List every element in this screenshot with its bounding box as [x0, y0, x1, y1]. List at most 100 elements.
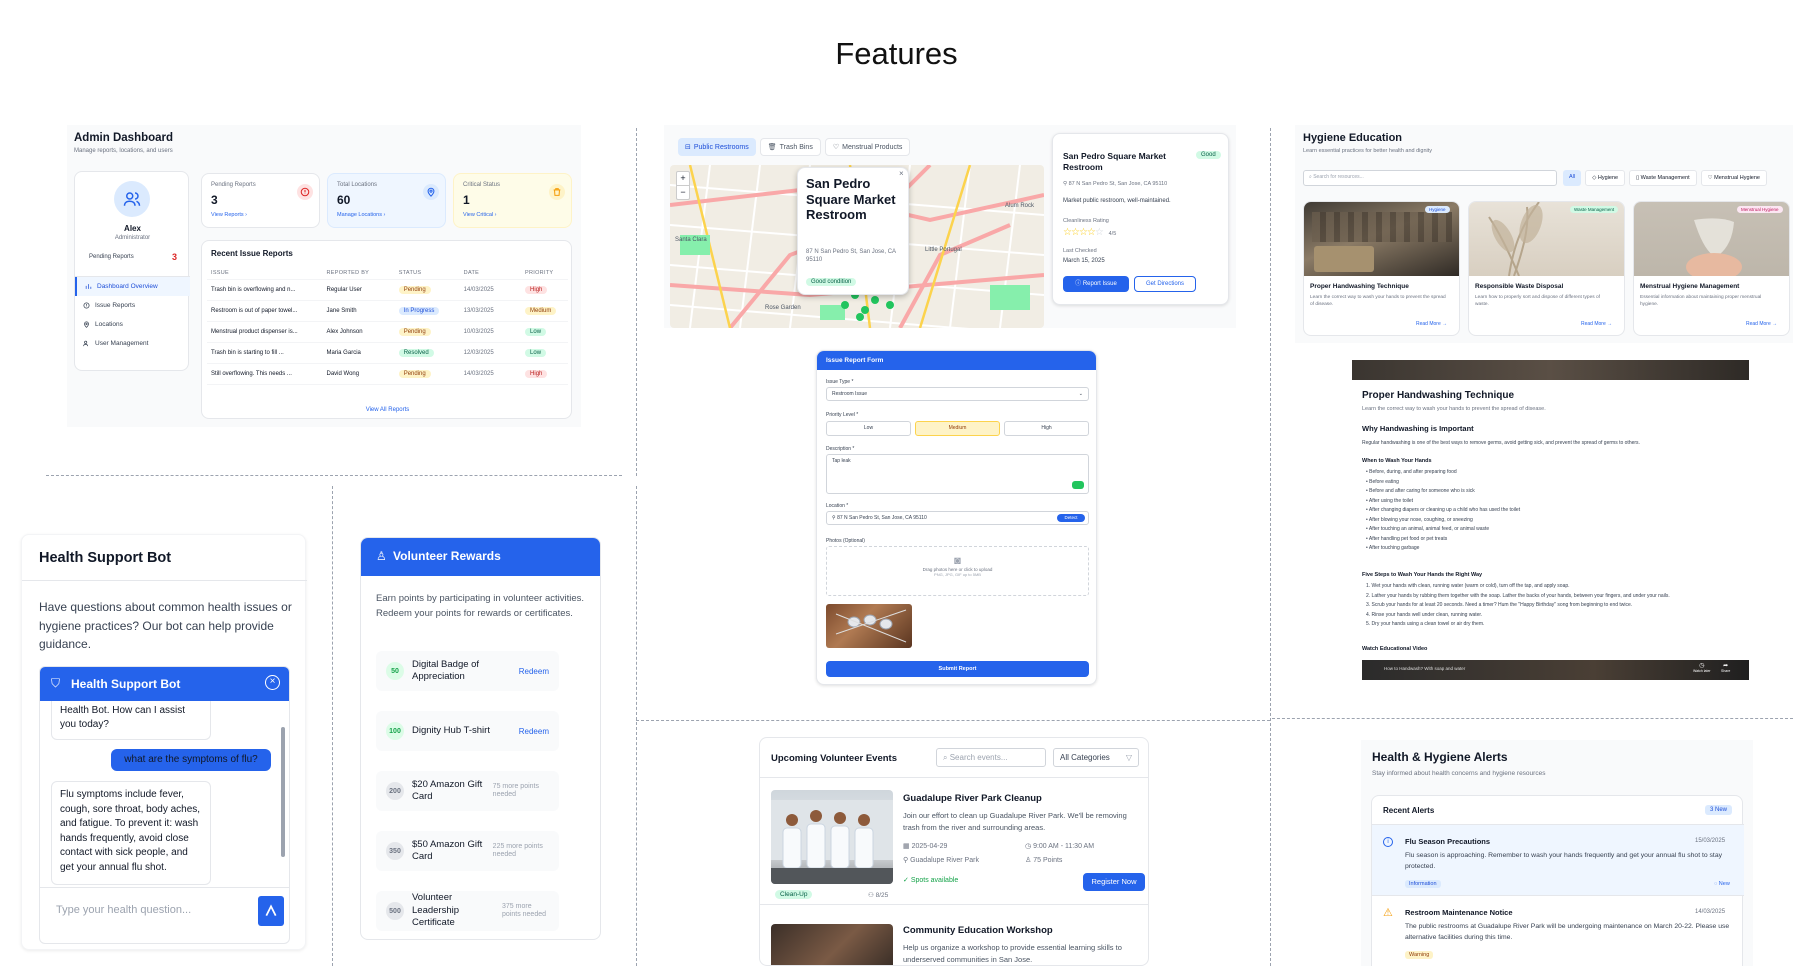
reward-item[interactable]: 200 $20 Amazon Gift Card 75 more points …	[376, 771, 559, 811]
spots-text: Spots available	[910, 877, 959, 884]
issue-report-form: Issue Report Form Issue Type * Restroom …	[816, 350, 1097, 685]
chat-input[interactable]: Type your health question...	[56, 904, 191, 916]
tab-label: Public Restrooms	[693, 143, 749, 151]
msg-user: what are the symptoms of flu?	[111, 749, 271, 771]
place-text: Guadalupe River Park	[910, 857, 979, 864]
grammar-icon	[1072, 481, 1084, 489]
stat-link[interactable]: View Critical ›	[463, 212, 497, 218]
sidebar-item-locations[interactable]: Locations	[75, 315, 190, 334]
stat-link[interactable]: Manage Locations ›	[337, 212, 385, 218]
event-date: ▦ 2025-04-29	[903, 842, 947, 850]
sidebar-item-label: Dashboard Overview	[97, 283, 158, 290]
reward-item[interactable]: 500 Volunteer Leadership Certificate 375…	[376, 891, 559, 931]
filter-all[interactable]: All	[1563, 170, 1582, 186]
sidebar-item-dashboard[interactable]: Dashboard Overview	[75, 277, 190, 296]
view-all-reports-link[interactable]: View All Reports	[202, 407, 573, 413]
zoom-in-button[interactable]: +	[677, 172, 689, 186]
select-value: Restroom Issue	[832, 391, 868, 397]
close-icon[interactable]: ×	[265, 675, 280, 690]
share-icon[interactable]: ➦ Share	[1721, 662, 1730, 673]
chat-scrollbar[interactable]	[281, 727, 285, 857]
reward-item[interactable]: 350 $50 Amazon Gift Card 225 more points…	[376, 831, 559, 871]
video-player[interactable]: How to Handwash? With soap and water ◷ Wa…	[1362, 660, 1749, 680]
user-role: Administrator	[114, 235, 151, 241]
alert-item[interactable]: i Flu Season Precautions 15/03/2025 Flu …	[1372, 824, 1744, 896]
video-title: How to Handwash? With soap and water	[1384, 666, 1466, 671]
search-icon: ⌕	[943, 753, 950, 762]
read-more-link[interactable]: Read More →	[1416, 321, 1447, 327]
resource-card[interactable]: Menstrual Hygiene Menstrual Hygiene Mana…	[1633, 201, 1790, 336]
table-row[interactable]: Menstrual product dispenser is... Alex Jo…	[207, 321, 568, 343]
divider	[636, 720, 1270, 721]
resource-card[interactable]: Waste Management Responsible Waste Dispo…	[1468, 201, 1625, 336]
photo-thumbnail[interactable]	[826, 604, 912, 648]
chevron-down-icon: ⌄	[1078, 391, 1083, 397]
reward-item[interactable]: 100 Dignity Hub T-shirt Redeem	[376, 711, 559, 751]
spots-status: ✓ Spots available	[903, 876, 958, 884]
redeem-button[interactable]: Redeem	[519, 727, 549, 736]
priority-high[interactable]: High	[1004, 421, 1089, 436]
category-select[interactable]: All Categories ▽	[1053, 748, 1139, 767]
cell-by: Regular User	[322, 279, 395, 301]
filter-menstrual[interactable]: ♡ Menstrual Hygiene	[1700, 170, 1767, 186]
tab-public-restrooms[interactable]: ⊟ Public Restrooms	[678, 138, 756, 156]
location-label: Location *	[826, 503, 849, 509]
read-more-link[interactable]: Read More →	[1746, 321, 1777, 327]
table-row[interactable]: Restroom is out of paper towel... Jane Sm…	[207, 300, 568, 322]
chat-header: ⛉ Health Support Bot ×	[40, 667, 289, 701]
photo-dropzone[interactable]: ◙ Drag photos here or click to upload PN…	[826, 546, 1089, 596]
table-row[interactable]: Still overflowing. This needs ... David W…	[207, 363, 568, 385]
table-header: ISSUE REPORTED BY STATUS DATE PRIORITY	[207, 267, 568, 280]
alert-item[interactable]: ⚠ Restroom Maintenance Notice 14/03/2025…	[1372, 896, 1744, 966]
filter-hygiene[interactable]: ◇ Hygiene	[1585, 170, 1626, 186]
desc-label: Description *	[826, 446, 855, 452]
issue-type-select[interactable]: Restroom Issue ⌄	[826, 387, 1089, 401]
read-more-link[interactable]: Read More →	[1581, 321, 1612, 327]
map-tabs: ⊟ Public Restrooms 🗑 Trash Bins ♡ Menstrual…	[678, 138, 911, 156]
reward-item[interactable]: 50 Digital Badge of Appreciation Redeem	[376, 651, 559, 691]
count-text: 8/25	[875, 892, 889, 899]
report-issue-button[interactable]: ⓘ Report Issue	[1063, 276, 1129, 292]
card-badge: Waste Management	[1570, 206, 1619, 213]
tab-trash-bins[interactable]: 🗑 Trash Bins	[759, 138, 821, 156]
submit-report-button[interactable]: Submit Report	[826, 661, 1089, 677]
location-input[interactable]: ⚲ 87 N San Pedro St, San Jose, CA 95110	[826, 511, 1089, 525]
users-icon	[114, 181, 150, 217]
stat-card-pending: Pending Reports 3 View Reports ›	[201, 173, 320, 228]
filter-waste[interactable]: ▯ Waste Management	[1629, 170, 1697, 186]
priority-badge: High	[525, 370, 548, 378]
events-search-input[interactable]: ⌕ Search events...	[936, 748, 1046, 767]
redeem-button[interactable]: Redeem	[519, 667, 549, 676]
bot-heading: Health Support Bot	[39, 550, 172, 566]
msg-bot: Flu symptoms include fever, cough, sore …	[51, 781, 211, 885]
register-now-button[interactable]: Register Now	[1083, 873, 1145, 891]
star-icon: ☆	[1094, 227, 1104, 238]
trash-icon	[549, 184, 565, 200]
zoom-out-button[interactable]: −	[677, 186, 689, 199]
sidebar-item-users[interactable]: User Management	[75, 334, 190, 353]
clock-icon[interactable]: ◷ Watch later	[1693, 662, 1711, 673]
send-button[interactable]	[258, 896, 284, 926]
recent-reports: Recent Issue Reports ISSUE REPORTED BY S…	[201, 240, 572, 419]
table-row[interactable]: Trash bin is starting to fill ... Maria G…	[207, 342, 568, 364]
priority-low[interactable]: Low	[826, 421, 911, 436]
table-row[interactable]: Trash bin is overflowing and n... Regular…	[207, 279, 568, 301]
detail-badge: Good	[1196, 151, 1221, 159]
map-popup: × San Pedro Square Market Restroom 87 N …	[797, 167, 909, 295]
resource-card[interactable]: Hygiene Proper Handwashing Technique Lea…	[1303, 201, 1460, 336]
detail-address: ⚲ 87 N San Pedro St, San Jose, CA 95110	[1063, 181, 1167, 187]
tab-menstrual-products[interactable]: ♡ Menstrual Products	[824, 138, 911, 156]
card-desc: Learn the correct way to wash your hands…	[1310, 295, 1446, 307]
description-textarea[interactable]: Tap leak	[826, 454, 1089, 494]
map-canvas[interactable]: Santa Clara Rose Garden Little Portugal …	[670, 165, 1044, 328]
stat-link[interactable]: View Reports ›	[211, 212, 247, 218]
sidebar-item-reports[interactable]: Issue Reports	[75, 296, 190, 315]
cell-date: 14/03/2025	[459, 279, 522, 301]
h-why: Why Handwashing is Important	[1362, 424, 1474, 433]
search-input[interactable]: ⌕ Search for resources...	[1303, 170, 1557, 186]
detect-button[interactable]: Detect	[1057, 514, 1085, 522]
star-icon: ☆	[1070, 227, 1080, 238]
reward-name: Dignity Hub T-shirt	[412, 724, 490, 736]
priority-medium[interactable]: Medium	[915, 421, 1000, 436]
get-directions-button[interactable]: Get Directions	[1134, 276, 1196, 292]
